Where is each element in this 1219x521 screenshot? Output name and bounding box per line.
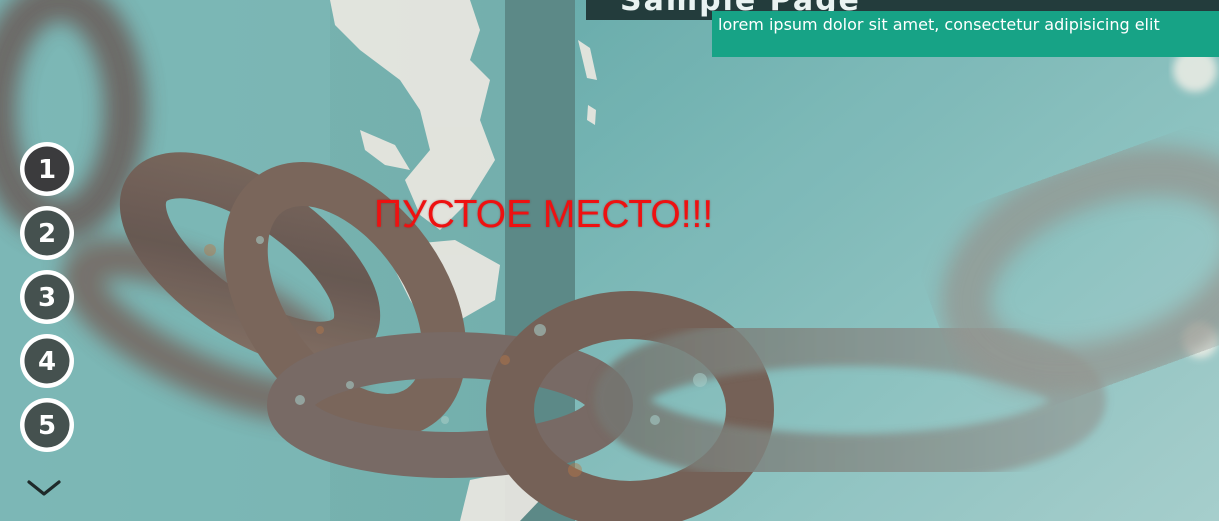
chevron-down-icon <box>27 480 61 496</box>
slide-button-label: 5 <box>38 411 56 441</box>
slide-button-label: 2 <box>38 219 56 249</box>
slide-button-label: 4 <box>38 347 56 377</box>
slide-button-label: 3 <box>38 283 56 313</box>
slide-button-4[interactable]: 4 <box>18 332 76 390</box>
slide-button-5[interactable]: 5 <box>18 396 76 454</box>
slide-button-3[interactable]: 3 <box>18 268 76 326</box>
slide-viewport: Sample Page lorem ipsum dolor sit amet, … <box>0 0 1219 521</box>
chain-background-image <box>0 0 1219 521</box>
slide-button-2[interactable]: 2 <box>18 204 76 262</box>
slide-caption-text: lorem ipsum dolor sit amet, consectetur … <box>718 15 1160 34</box>
slide-button-1[interactable]: 1 <box>18 140 76 198</box>
next-slides-button[interactable] <box>26 477 62 499</box>
empty-placeholder-text: ПУСТОЕ МЕСТО!!! <box>374 193 714 236</box>
slide-button-label: 1 <box>38 155 56 185</box>
slide-caption-bar: lorem ipsum dolor sit amet, consectetur … <box>712 11 1219 57</box>
